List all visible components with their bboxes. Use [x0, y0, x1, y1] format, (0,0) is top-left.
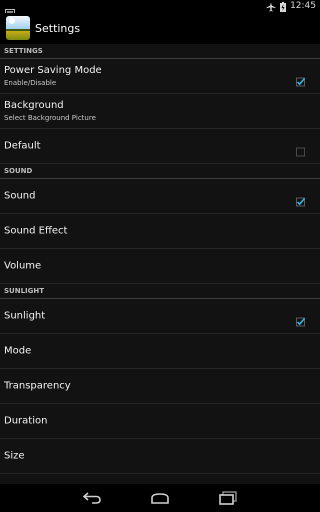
section-header-sound: SOUND [0, 165, 320, 179]
power-saving-checkbox[interactable] [296, 72, 306, 87]
setting-title: Size [4, 450, 25, 462]
setting-power-saving-mode[interactable]: Power Saving Mode Enable/Disable [0, 59, 320, 94]
setting-default[interactable]: Default [0, 129, 320, 164]
setting-sound-effect[interactable]: Sound Effect [0, 214, 320, 249]
home-icon[interactable] [148, 489, 172, 507]
setting-summary: Enable/Disable [4, 79, 57, 87]
setting-title: Power Saving Mode [4, 65, 102, 76]
setting-summary: Select Background Picture [4, 114, 96, 122]
setting-duration[interactable]: Duration [0, 404, 320, 439]
setting-background[interactable]: Background Select Background Picture [0, 94, 320, 129]
notification-icon [5, 2, 15, 17]
setting-title: Duration [4, 415, 48, 427]
setting-title: Volume [4, 260, 42, 272]
sound-checkbox[interactable] [296, 192, 306, 207]
navigation-bar [0, 484, 320, 512]
recent-apps-icon[interactable] [216, 489, 240, 507]
setting-size[interactable]: Size [0, 439, 320, 474]
setting-sound[interactable]: Sound [0, 179, 320, 214]
setting-title: Mode [4, 345, 32, 357]
setting-title: Sound [4, 190, 36, 202]
settings-list: SETTINGS Power Saving Mode Enable/Disabl… [0, 44, 320, 484]
clock: 12:45 [290, 1, 316, 11]
default-checkbox[interactable] [296, 142, 305, 157]
setting-title: Sunlight [4, 310, 46, 322]
setting-title: Transparency [4, 380, 71, 392]
setting-volume[interactable]: Volume [0, 249, 320, 284]
action-bar: Settings [0, 13, 320, 44]
status-bar: 12:45 [0, 0, 320, 17]
section-header-sunlight: SUNLIGHT [0, 285, 320, 299]
page-title: Settings [35, 22, 81, 35]
setting-title: Default [4, 140, 41, 152]
setting-title: Background [4, 100, 64, 111]
sunlight-app-icon[interactable] [6, 16, 30, 40]
back-icon[interactable] [80, 489, 104, 507]
setting-transparency[interactable]: Transparency [0, 369, 320, 404]
setting-title: Sound Effect [4, 225, 68, 237]
section-header-settings: SETTINGS [0, 45, 320, 59]
setting-mode[interactable]: Mode [0, 334, 320, 369]
sunlight-checkbox[interactable] [296, 312, 306, 327]
setting-sunlight[interactable]: Sunlight [0, 299, 320, 334]
